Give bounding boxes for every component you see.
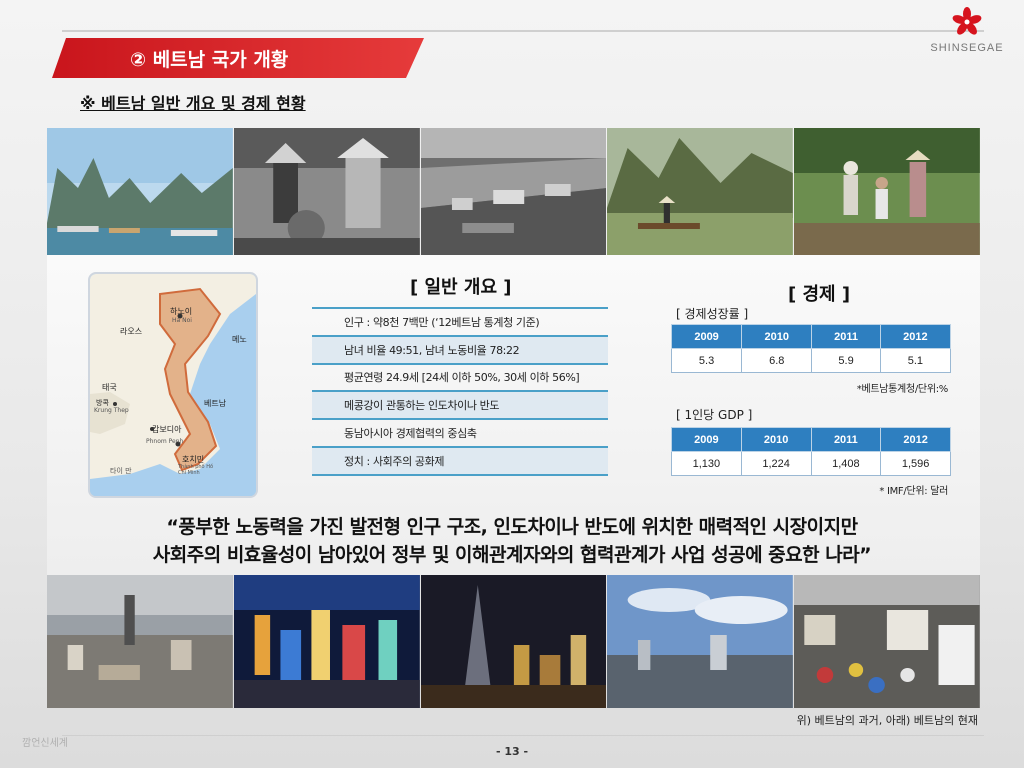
gdp-value-2009: 1,130 bbox=[671, 451, 742, 476]
growth-value-row: 5.3 6.8 5.9 5.1 bbox=[670, 348, 952, 373]
top-divider bbox=[62, 30, 984, 32]
hanoi-skyline-photo bbox=[47, 575, 233, 708]
farm-family-photo bbox=[794, 128, 980, 255]
growth-rate-table: 2009 2010 2011 2012 5.3 6.8 5.9 5.1 bbox=[670, 324, 952, 373]
vendors-photo bbox=[233, 128, 420, 255]
map-label-hanoi: 하노이 bbox=[170, 307, 193, 316]
section-subtitle: ※ 베트남 일반 개요 및 경제 현황 bbox=[80, 94, 306, 113]
map-label-phnom-penh: Phnom Penh bbox=[146, 438, 184, 445]
gdp-year-2011: 2011 bbox=[810, 427, 882, 452]
overview-item-population: 인구 : 약8천 7백만 (‘12베트남 통계청 기준) bbox=[312, 309, 608, 337]
map-label-vietnam: 베트남 bbox=[204, 399, 227, 408]
growth-value-2009: 5.3 bbox=[670, 348, 743, 373]
logo-text: SHINSEGAE bbox=[930, 42, 1004, 54]
city-daytime-photo bbox=[607, 575, 794, 708]
overview-item-average-age: 평균연령 24.9세 [24세 이하 50%, 30세 이하 56%] bbox=[312, 365, 608, 393]
map-label-hanoi-en: Ha Noi bbox=[172, 317, 192, 324]
page-number: - 13 - bbox=[495, 745, 529, 758]
gdp-value-2011: 1,408 bbox=[810, 451, 882, 476]
growth-value-2011: 5.9 bbox=[811, 348, 881, 373]
gdp-table: 2009 2010 2011 2012 1,130 1,224 1,408 1,… bbox=[671, 427, 951, 476]
aerial-city-photo bbox=[420, 128, 607, 255]
gdp-value-2012: 1,596 bbox=[880, 451, 951, 476]
growth-year-2010: 2010 bbox=[741, 324, 813, 349]
gdp-year-2009: 2009 bbox=[671, 427, 742, 452]
photo-caption: 위) 베트남의 과거, 아래) 베트남의 현재 bbox=[796, 714, 978, 727]
vietnam-map: 하노이 Ha Noi 라오스 메노 태국 방콕 Krung Thep 베트남 캄… bbox=[88, 272, 258, 498]
map-label-bangkok-en: Krung Thep bbox=[94, 407, 129, 414]
growth-value-2010: 6.8 bbox=[741, 348, 813, 373]
gdp-value-row: 1,130 1,224 1,408 1,596 bbox=[671, 451, 951, 476]
overview-list: 인구 : 약8천 7백만 (‘12베트남 통계청 기준) 남녀 비율 49:51… bbox=[312, 307, 608, 476]
gdp-label: [ 1인당 GDP ] bbox=[676, 408, 753, 422]
slide-title-banner: ② 베트남 국가 개황 bbox=[52, 38, 424, 78]
map-label-hcmc-en: Thành phố Hồ Chí Minh bbox=[178, 464, 214, 476]
quote-line-1: “풍부한 노동력을 가진 발전형 인구 구조, 인도차이나 반도에 위치한 매력… bbox=[166, 516, 858, 538]
growth-header-row: 2009 2010 2011 2012 bbox=[670, 324, 952, 349]
map-label-gulf-thai: 타이 만 bbox=[110, 467, 132, 475]
overview-heading: [ 일반 개요 ] bbox=[410, 277, 512, 298]
gdp-year-2010: 2010 bbox=[740, 427, 812, 452]
growth-value-2012: 5.1 bbox=[879, 348, 952, 373]
overview-item-asean-hub: 동남아시아 경제협력의 중심축 bbox=[312, 420, 608, 448]
gdp-value-2010: 1,224 bbox=[740, 451, 812, 476]
bottom-divider bbox=[62, 735, 984, 736]
river-boat-photo bbox=[607, 128, 794, 255]
traffic-photo bbox=[794, 575, 980, 708]
growth-year-2011: 2011 bbox=[811, 324, 881, 349]
economy-heading: [ 경제 ] bbox=[788, 284, 851, 305]
gdp-year-2012: 2012 bbox=[880, 427, 951, 452]
growth-source-note: *베트남통계청/단위:% bbox=[856, 384, 949, 395]
overview-item-mekong: 메콩강이 관통하는 인도차이나 반도 bbox=[312, 392, 608, 421]
halong-bay-photo bbox=[47, 128, 233, 255]
quote-line-2: 사회주의 비효율성이 남아있어 정부 및 이해관계자와의 협력관계가 사업 성공… bbox=[152, 544, 872, 566]
overview-item-gender-ratio: 남녀 비율 49:51, 남녀 노동비율 78:22 bbox=[312, 336, 608, 365]
map-label-laos: 라오스 bbox=[120, 327, 143, 336]
map-label-gulf: 메노 bbox=[232, 335, 247, 344]
map-label-cambodia: 캄보디아 bbox=[152, 425, 182, 434]
bitexco-tower-photo bbox=[420, 575, 607, 708]
overview-item-politics: 정치 : 사회주의 공화제 bbox=[312, 447, 608, 476]
shinsegae-logo: SHINSEGAE bbox=[922, 6, 1012, 66]
slide-title: ② 베트남 국가 개황 bbox=[130, 48, 289, 71]
night-city-photo bbox=[233, 575, 420, 708]
past-photo-strip bbox=[47, 128, 980, 255]
present-photo-strip bbox=[47, 575, 980, 708]
map-label-thailand: 태국 bbox=[102, 383, 117, 392]
gdp-source-note: * IMF/단위: 달러 bbox=[879, 486, 948, 497]
gdp-header-row: 2009 2010 2011 2012 bbox=[671, 427, 951, 452]
growth-rate-label: [ 경제성장률 ] bbox=[676, 307, 749, 321]
flower-logo-icon bbox=[952, 7, 982, 35]
growth-year-2012: 2012 bbox=[879, 324, 952, 349]
growth-year-2009: 2009 bbox=[670, 324, 743, 349]
